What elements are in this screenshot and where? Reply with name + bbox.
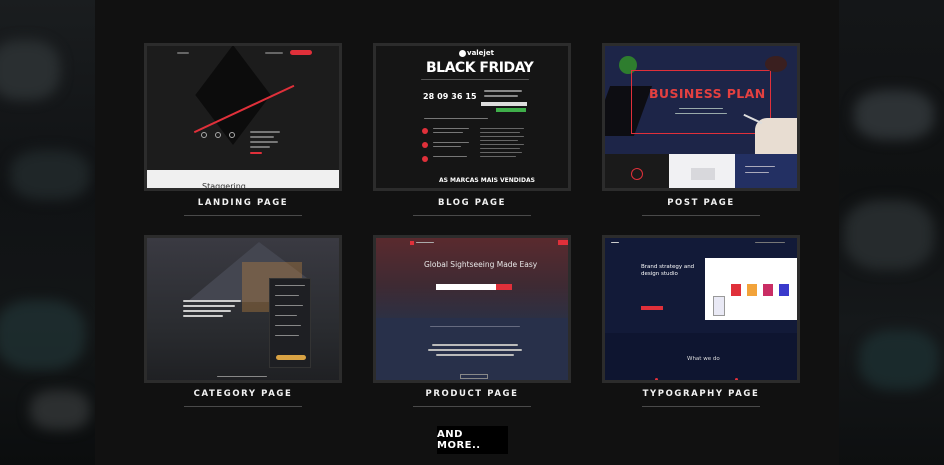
blog-footer-heading: AS MARCAS MAIS VENDIDAS bbox=[439, 177, 535, 184]
typography-page-preview[interactable]: Brand strategy and design studio What we… bbox=[602, 235, 800, 383]
product-page-label[interactable]: PRODUCT PAGE bbox=[373, 389, 571, 399]
category-page-preview[interactable] bbox=[144, 235, 342, 383]
brand-logo-icon bbox=[459, 50, 466, 57]
brand-name: valejet bbox=[467, 49, 494, 57]
blog-headline: BLACK FRIDAY bbox=[426, 60, 534, 76]
post-page-preview[interactable]: BUSINESS PLAN bbox=[602, 43, 800, 191]
landing-page-label[interactable]: LANDING PAGE bbox=[144, 198, 342, 208]
product-page-underline bbox=[413, 406, 531, 407]
typography-page-underline bbox=[642, 406, 760, 407]
post-page-underline bbox=[642, 215, 760, 216]
blog-page-underline bbox=[413, 215, 531, 216]
and-more-button[interactable]: AND MORE.. bbox=[437, 426, 508, 454]
diamond-shape bbox=[195, 46, 271, 146]
typography-headline: Brand strategy and design studio bbox=[641, 264, 695, 277]
blog-page-label[interactable]: BLOG PAGE bbox=[373, 198, 571, 208]
post-page-label[interactable]: POST PAGE bbox=[602, 198, 800, 208]
white-section: Staggering bbox=[147, 170, 339, 191]
typography-page-label[interactable]: TYPOGRAPHY PAGE bbox=[602, 389, 800, 399]
green-button-shape bbox=[496, 108, 526, 112]
blog-page-preview[interactable]: valejet BLACK FRIDAY 28 09 36 15 AS MARC… bbox=[373, 43, 571, 191]
post-headline: BUSINESS PLAN bbox=[649, 86, 766, 101]
red-frame bbox=[631, 70, 771, 134]
filter-panel bbox=[269, 278, 311, 368]
countdown: 28 09 36 15 bbox=[423, 92, 477, 101]
landing-page-underline bbox=[184, 215, 302, 216]
product-page-preview[interactable]: Global Sightseeing Made Easy bbox=[373, 235, 571, 383]
right-decorative-panel bbox=[839, 0, 944, 465]
category-page-underline bbox=[184, 406, 302, 407]
category-page-label[interactable]: CATEGORY PAGE bbox=[144, 389, 342, 399]
landing-page-preview[interactable]: Staggering bbox=[144, 43, 342, 191]
left-decorative-panel bbox=[0, 0, 95, 465]
typography-section-title: What we do bbox=[687, 356, 720, 362]
product-headline: Global Sightseeing Made Easy bbox=[424, 260, 538, 269]
header-cta-shape bbox=[290, 50, 312, 55]
preview-heading: Staggering bbox=[202, 182, 246, 191]
